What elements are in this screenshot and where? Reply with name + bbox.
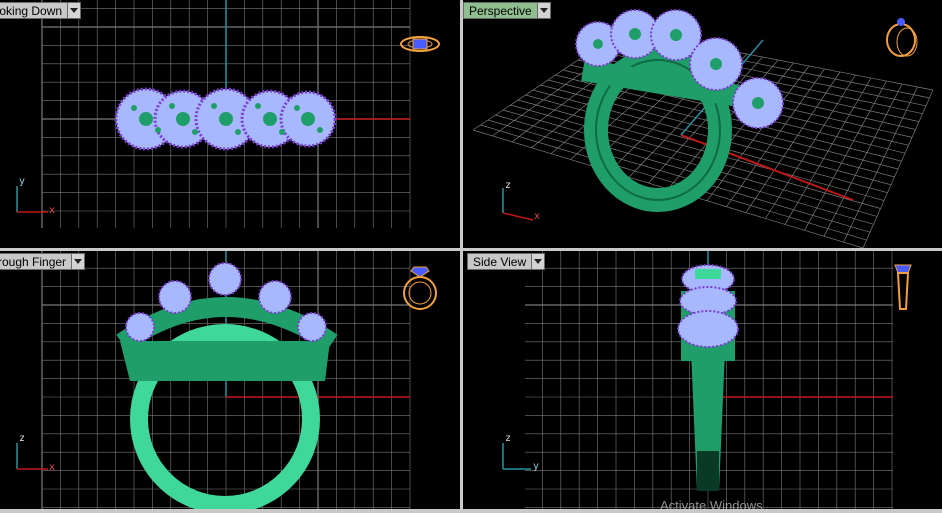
axis-label-horizontal: y [533,461,540,472]
viewport-through-finger[interactable]: z x Through Finger [0,251,460,509]
axis-label-vertical: z [19,433,26,444]
viewport-menu-through-finger[interactable]: Through Finger [0,253,86,270]
axis-triad [16,443,48,470]
axis-label-horizontal: x [534,211,541,222]
windows-activation-watermark: Activate Windows [660,498,763,513]
ring-view-cube-icon[interactable] [400,261,440,313]
chevron-down-icon[interactable] [532,253,546,270]
axis-label-vertical: z [505,180,512,191]
viewport-side-view[interactable]: z y Side View [463,251,942,509]
axis-label-vertical: y [19,176,26,187]
chevron-down-icon[interactable] [68,2,82,19]
axis-triad [502,443,531,470]
viewport-menu-perspective[interactable]: Perspective [463,2,551,19]
axis-label-horizontal: x [49,205,56,216]
ring-view-cube-icon[interactable] [398,30,442,58]
chevron-down-icon[interactable] [537,2,551,19]
looking-down-canvas[interactable] [0,0,460,248]
ring-top-view [114,87,337,151]
viewport-title[interactable]: Through Finger [0,253,73,270]
axis-triad [16,186,48,213]
viewport-perspective[interactable]: z x Perspective [463,0,942,248]
viewport-menu-side-view[interactable]: Side View [467,253,546,270]
through-finger-canvas[interactable] [0,251,460,509]
ring-side-view [677,264,739,491]
viewport-looking-down[interactable]: y x Looking Down [0,0,460,248]
axis-label-horizontal: x [49,462,56,473]
viewport-title[interactable]: Looking Down [0,2,69,19]
axis-label-vertical: z [505,433,512,444]
viewport-title[interactable]: Perspective [463,2,538,19]
viewport-menu-looking-down[interactable]: Looking Down [0,2,82,19]
axis-triad [502,188,534,221]
chevron-down-icon[interactable] [72,253,86,270]
ring-view-cube-icon[interactable] [891,259,915,315]
viewport-title[interactable]: Side View [467,253,533,270]
ring-view-cube-icon[interactable] [881,14,921,60]
